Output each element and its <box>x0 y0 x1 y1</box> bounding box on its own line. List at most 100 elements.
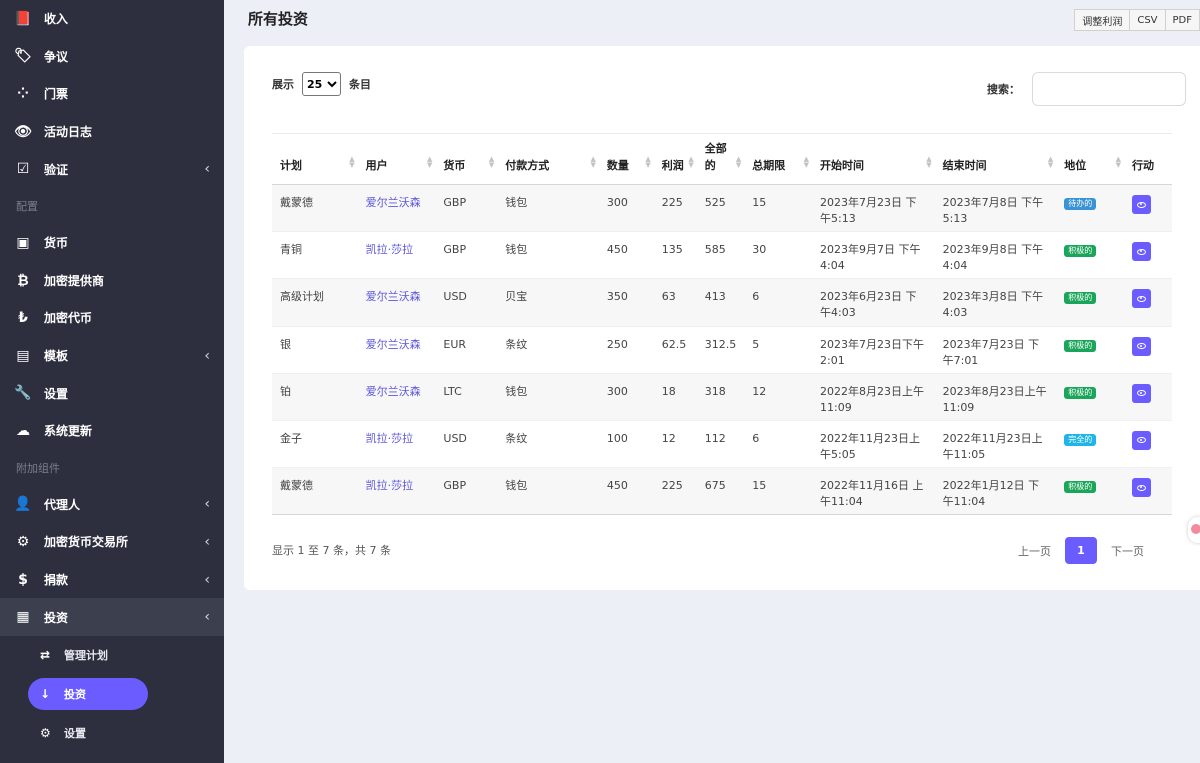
sidebar-item-items_config-3[interactable]: ▤ 模板 ‹ <box>0 337 224 375</box>
page-1-button[interactable]: 1 <box>1065 537 1097 564</box>
next-page-link[interactable]: 下一页 <box>1111 543 1144 559</box>
view-button[interactable] <box>1132 289 1151 309</box>
user-link[interactable]: 凯拉·莎拉 <box>366 479 414 492</box>
col-header-status[interactable]: 地位 ▲ ▼ <box>1056 134 1124 185</box>
col-header-profit[interactable]: 利润 ▲ ▼ <box>654 134 697 185</box>
exchange-icon: ⇄ <box>40 648 51 663</box>
sidebar-subitem-0[interactable]: ⇄ 管理计划 <box>0 636 224 675</box>
sidebar-item-items_config-0[interactable]: ▣ 货币 <box>0 224 224 262</box>
sidebar-item-label: 模板 <box>44 349 69 364</box>
cell-start: 2023年7月23日 下午5:13 <box>820 196 917 225</box>
view-button[interactable] <box>1132 242 1151 262</box>
cell-total: 585 <box>704 243 726 257</box>
view-button[interactable] <box>1132 430 1151 450</box>
sidebar-item-items_addons-3[interactable]: ▦ 投资 ‹ <box>0 598 224 636</box>
sidebar-item-items_top-2[interactable]: ⁘ 门票 <box>0 75 224 113</box>
table-header-row: 计划 ▲ ▼ 用户 ▲ ▼ 货币 ▲ ▼ 付款方式 ▲ ▼ 数量 ▲ ▼ 利润 ▲ ▼ 全部的 ▲ ▼ 总期… <box>272 133 1172 185</box>
cell-user: 凯拉·莎拉 <box>358 420 436 467</box>
page-size-select[interactable]: 25 <box>302 72 341 96</box>
sidebar-item-items_addons-2[interactable]: $ 捐款 ‹ <box>0 561 224 599</box>
csv-export-button[interactable]: CSV <box>1129 9 1166 31</box>
wrench-icon: 🔧 <box>14 385 32 402</box>
sidebar-item-label: 收入 <box>44 12 69 27</box>
sidebar-subitem-label: 管理计划 <box>64 649 108 663</box>
cell-term: 6 <box>752 290 760 304</box>
cell-currency: USD <box>443 290 467 304</box>
user-link[interactable]: 爱尔兰沃森 <box>366 196 421 209</box>
money-icon: ▣ <box>16 234 30 251</box>
arrow-down-icon: ↓ <box>40 687 51 702</box>
cell-profit: 18 <box>661 384 676 398</box>
cell-action <box>1124 420 1172 467</box>
chevron-left-icon: ‹ <box>204 571 210 588</box>
view-button[interactable] <box>1132 336 1151 356</box>
col-header-total[interactable]: 全部的 ▲ ▼ <box>697 134 745 185</box>
sidebar-item-items_top-1[interactable]: 🏷 争议 <box>0 38 224 76</box>
cell-start: 2023年9月7日 下午4:04 <box>820 243 921 273</box>
sidebar: 📕 收入 🏷 争议 ⁘ 门票 👁 活动日志 ☑ 验证 ‹ 配置 ▣ 货币 ₿ 加密提供商 ₺ 加密代币 ▤ 模板 ‹… <box>0 0 224 763</box>
table-row: 戴蒙德 凯拉·莎拉 GBP 钱包 450 225 675 15 2022年11月16日 上午11… <box>272 467 1172 515</box>
user-link[interactable]: 凯拉·莎拉 <box>366 432 414 445</box>
prev-page-link[interactable]: 上一页 <box>1018 543 1051 559</box>
cell-term: 5 <box>752 337 760 351</box>
sidebar-item-items_top-3[interactable]: 👁 活动日志 <box>0 113 224 151</box>
cell-currency: GBP <box>443 479 467 493</box>
cell-end: 2023年3月8日 下午4:03 <box>942 290 1044 320</box>
col-header-term[interactable]: 总期限 ▲ ▼ <box>744 134 812 185</box>
sidebar-item-items_config-2[interactable]: ₺ 加密代币 <box>0 299 224 337</box>
col-header-user[interactable]: 用户 ▲ ▼ <box>358 134 436 185</box>
status-badge: 完全的 <box>1064 433 1097 446</box>
cell-status: 待办的 <box>1056 185 1124 232</box>
search-input[interactable] <box>1032 72 1186 106</box>
sidebar-item-label: 设置 <box>44 386 69 401</box>
view-button[interactable] <box>1132 383 1151 403</box>
user-link[interactable]: 爱尔兰沃森 <box>366 338 421 351</box>
sidebar-item-items_config-5[interactable]: ☁ 系统更新 <box>0 412 224 450</box>
sidebar-config-group: ▣ 货币 ₿ 加密提供商 ₺ 加密代币 ▤ 模板 ‹ 🔧 设置 ☁ 系统更新 <box>0 224 224 450</box>
pdf-export-button[interactable]: PDF <box>1164 9 1200 31</box>
sidebar-subitem-wrap: ↓ 投资 <box>0 675 224 714</box>
table-row: 铂 爱尔兰沃森 LTC 钱包 300 18 318 12 2022年8月23日上午11:09 20… <box>272 373 1172 421</box>
page-title: 所有投资 <box>248 10 309 28</box>
table-row: 金子 凯拉·莎拉 USD 条纹 100 12 112 6 2022年11月23日上午5:05 20… <box>272 420 1172 468</box>
sidebar-item-items_addons-1[interactable]: ⚙ 加密货币交易所 ‹ <box>0 523 224 561</box>
view-button[interactable] <box>1132 478 1151 498</box>
col-header-amount[interactable]: 数量 ▲ ▼ <box>599 134 654 185</box>
sidebar-item-items_top-0[interactable]: 📕 收入 <box>0 0 224 38</box>
cell-amount: 300 <box>606 196 628 209</box>
cell-method: 条纹 <box>505 337 528 351</box>
cell-action <box>1124 232 1172 279</box>
cell-profit: 225 <box>661 479 683 493</box>
investments-card: 展示 25 条目 搜索： 计划 ▲ ▼ 用户 ▲ ▼ 货币 ▲ ▼ 付款方式 ▲ ▼ 数量 ▲ ▼ <box>244 46 1200 590</box>
bitcoin-icon: ₿ <box>17 272 29 289</box>
table-info: 显示 1 至 7 条，共 7 条 <box>272 544 391 557</box>
sidebar-item-items_addons-0[interactable]: 👤 代理人 ‹ <box>0 486 224 524</box>
sidebar-subitem-2[interactable]: ⚙ 设置 <box>0 714 224 753</box>
cell-end: 2023年7月8日 下午5:13 <box>942 196 1044 225</box>
book-icon: 📕 <box>14 10 32 27</box>
user-link[interactable]: 凯拉·莎拉 <box>366 243 414 256</box>
cell-amount: 350 <box>606 290 628 304</box>
sidebar-item-items_config-4[interactable]: 🔧 设置 <box>0 374 224 412</box>
sidebar-item-virtual-card[interactable]: ▬虚拟卡‹ <box>0 753 224 763</box>
col-header-start[interactable]: 开始时间 ▲ ▼ <box>812 134 935 185</box>
adjust-profit-button[interactable]: 调整利润 <box>1074 9 1131 31</box>
col-header-plan[interactable]: 计划 ▲ ▼ <box>272 134 358 185</box>
col-header-currency[interactable]: 货币 ▲ ▼ <box>435 134 497 185</box>
status-badge: 积极的 <box>1064 481 1097 494</box>
view-button[interactable] <box>1132 195 1151 214</box>
floating-widget-icon[interactable] <box>1188 517 1200 543</box>
col-header-method[interactable]: 付款方式 ▲ ▼ <box>497 134 599 185</box>
sidebar-item-items_top-4[interactable]: ☑ 验证 ‹ <box>0 150 224 188</box>
sidebar-item-items_config-1[interactable]: ₿ 加密提供商 <box>0 262 224 300</box>
cell-term: 12 <box>752 384 767 398</box>
sidebar-item-label: 系统更新 <box>44 424 93 439</box>
user-link[interactable]: 爱尔兰沃森 <box>366 290 421 303</box>
user-link[interactable]: 爱尔兰沃森 <box>366 385 421 398</box>
sidebar-subitem-1[interactable]: ↓ 投资 <box>28 678 148 711</box>
chevron-left-icon: ‹ <box>204 496 210 513</box>
cell-profit: 63 <box>661 290 676 304</box>
table-row: 银 爱尔兰沃森 EUR 条纹 250 62.5 312.5 5 2023年7月23日下午2:01… <box>272 326 1172 374</box>
sidebar-item-label: 加密货币交易所 <box>44 535 129 550</box>
col-header-end[interactable]: 结束时间 ▲ ▼ <box>935 134 1057 185</box>
